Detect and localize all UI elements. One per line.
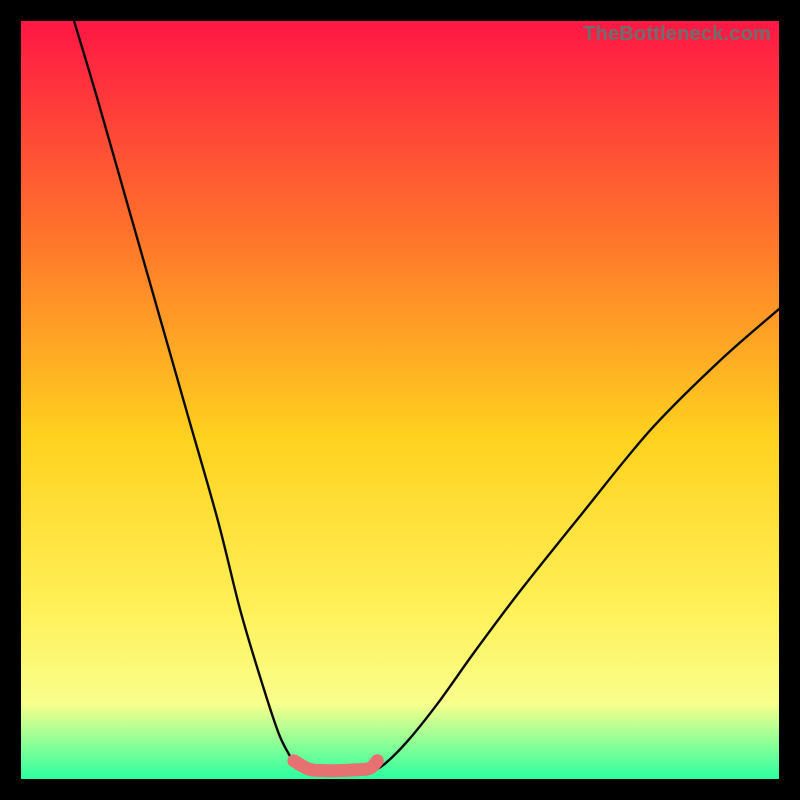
right-curve-path: [370, 309, 779, 773]
outer-black-frame: TheBottleneck.com: [0, 0, 800, 800]
plot-area: TheBottleneck.com: [21, 21, 779, 779]
flat-bottom-nub-path: [294, 761, 377, 771]
left-curve-path: [74, 21, 305, 773]
curve-layer: [21, 21, 779, 779]
